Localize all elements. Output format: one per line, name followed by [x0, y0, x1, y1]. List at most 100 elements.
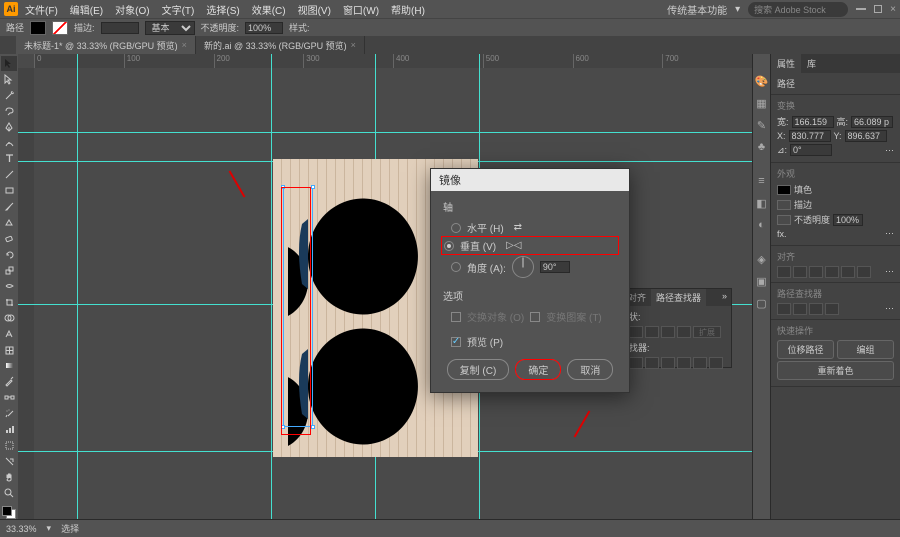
align-hcenter-icon[interactable]	[793, 266, 807, 278]
slice-tool[interactable]	[1, 454, 17, 469]
angle-dial[interactable]	[512, 256, 534, 278]
menu-view[interactable]: 视图(V)	[293, 0, 336, 19]
asset-panel-icon[interactable]: ▣	[755, 274, 769, 288]
minus-back-icon[interactable]	[709, 357, 723, 369]
width-input[interactable]	[792, 116, 834, 128]
canvas[interactable]: 0100200300400500600700	[18, 54, 752, 519]
tab-properties[interactable]: 属性	[771, 54, 801, 73]
eyedropper-tool[interactable]	[1, 374, 17, 389]
angle-input[interactable]	[540, 261, 570, 273]
intersect-icon[interactable]	[661, 326, 675, 338]
menu-edit[interactable]: 编辑(E)	[65, 0, 108, 19]
menu-object[interactable]: 对象(O)	[110, 0, 154, 19]
menu-type[interactable]: 文字(T)	[157, 0, 200, 19]
curvature-tool[interactable]	[1, 136, 17, 151]
close-button[interactable]: ×	[890, 4, 896, 15]
align-top-icon[interactable]	[825, 266, 839, 278]
minus-front-icon[interactable]	[645, 326, 659, 338]
zoom-tool[interactable]	[1, 486, 17, 501]
align-right-icon[interactable]	[809, 266, 823, 278]
tab-new[interactable]: 新的.ai @ 33.33% (RGB/GPU 预览)×	[196, 36, 365, 55]
shaper-tool[interactable]	[1, 215, 17, 230]
swatches-panel-icon[interactable]: ▦	[755, 96, 769, 110]
horizontal-option[interactable]: 水平 (H)⇄	[443, 218, 617, 237]
copy-button[interactable]: 复制 (C)	[447, 359, 510, 380]
recolor-button[interactable]: 重新着色	[777, 361, 894, 380]
search-input[interactable]: 搜索 Adobe Stock	[748, 2, 848, 17]
transparency-panel-icon[interactable]: ◐	[755, 218, 769, 232]
height-input[interactable]	[851, 116, 893, 128]
menu-file[interactable]: 文件(F)	[20, 0, 63, 19]
pf-unite-icon[interactable]	[777, 303, 791, 315]
preview-checkbox[interactable]: ✓	[451, 337, 461, 347]
stroke-swatch[interactable]	[52, 21, 68, 35]
rectangle-tool[interactable]	[1, 183, 17, 198]
y-input[interactable]	[845, 130, 887, 142]
minimize-button[interactable]	[856, 8, 866, 10]
stroke-panel-icon[interactable]: ≡	[755, 174, 769, 188]
stroke-weight-input[interactable]	[101, 22, 139, 34]
hand-tool[interactable]	[1, 470, 17, 485]
pf-exclude-icon[interactable]	[825, 303, 839, 315]
shape-builder-tool[interactable]	[1, 311, 17, 326]
x-input[interactable]	[789, 130, 831, 142]
artboard-tool[interactable]	[1, 438, 17, 453]
brush-profile[interactable]: 基本	[145, 21, 195, 35]
opacity-swatch[interactable]	[777, 215, 791, 225]
rotate-tool[interactable]	[1, 247, 17, 262]
cancel-button[interactable]: 取消	[567, 359, 613, 380]
width-tool[interactable]	[1, 279, 17, 294]
group-button[interactable]: 编组	[837, 340, 894, 359]
artboards-panel-icon[interactable]: ▢	[755, 296, 769, 310]
align-vcenter-icon[interactable]	[841, 266, 855, 278]
rotate-input[interactable]	[790, 144, 832, 156]
symbol-sprayer-tool[interactable]	[1, 406, 17, 421]
line-tool[interactable]	[1, 167, 17, 182]
pf-minus-icon[interactable]	[793, 303, 807, 315]
menu-effect[interactable]: 效果(C)	[247, 0, 291, 19]
pathfinder-panel[interactable]: 对齐 路径查找器 » 状: 扩展 找器:	[622, 288, 732, 368]
align-bottom-icon[interactable]	[857, 266, 871, 278]
free-transform-tool[interactable]	[1, 295, 17, 310]
scale-tool[interactable]	[1, 263, 17, 278]
opacity-panel-input[interactable]	[833, 214, 863, 226]
workspace-switcher[interactable]: 传统基本功能	[667, 2, 727, 17]
vertical-option[interactable]: 垂直 (V)▷◁	[441, 236, 619, 255]
perspective-tool[interactable]	[1, 327, 17, 342]
color-panel-icon[interactable]: 🎨	[755, 74, 769, 88]
type-tool[interactable]	[1, 152, 17, 167]
direct-selection-tool[interactable]	[1, 72, 17, 87]
menu-select[interactable]: 选择(S)	[201, 0, 244, 19]
angle-option[interactable]: 角度 (A):	[443, 254, 617, 280]
brushes-panel-icon[interactable]: ✎	[755, 118, 769, 132]
merge-icon[interactable]	[661, 357, 675, 369]
maximize-button[interactable]	[874, 5, 882, 13]
opacity-input[interactable]	[245, 22, 283, 34]
fill-stroke-proxy[interactable]	[2, 506, 16, 519]
pen-tool[interactable]	[1, 120, 17, 135]
gradient-panel-icon[interactable]: ◧	[755, 196, 769, 210]
lasso-tool[interactable]	[1, 104, 17, 119]
fx-button[interactable]: fx.	[777, 229, 787, 239]
symbols-panel-icon[interactable]: ♣	[755, 140, 769, 154]
tab-pathfinder[interactable]: 路径查找器	[651, 289, 706, 306]
mesh-tool[interactable]	[1, 343, 17, 358]
unite-icon[interactable]	[629, 326, 643, 338]
selection-tool[interactable]	[1, 56, 17, 71]
outline-icon[interactable]	[693, 357, 707, 369]
fill-swatch-panel[interactable]	[777, 185, 791, 195]
ok-button[interactable]: 确定	[515, 359, 561, 380]
exclude-icon[interactable]	[677, 326, 691, 338]
align-left-icon[interactable]	[777, 266, 791, 278]
pf-intersect-icon[interactable]	[809, 303, 823, 315]
blend-tool[interactable]	[1, 390, 17, 405]
trim-icon[interactable]	[645, 357, 659, 369]
offset-path-button[interactable]: 位移路径	[777, 340, 834, 359]
expand-button[interactable]: 扩展	[693, 326, 721, 338]
crop-icon[interactable]	[677, 357, 691, 369]
column-graph-tool[interactable]	[1, 422, 17, 437]
eraser-tool[interactable]	[1, 231, 17, 246]
magic-wand-tool[interactable]	[1, 88, 17, 103]
tab-untitled[interactable]: 未标题-1* @ 33.33% (RGB/GPU 预览)×	[16, 36, 196, 55]
gradient-tool[interactable]	[1, 359, 17, 374]
